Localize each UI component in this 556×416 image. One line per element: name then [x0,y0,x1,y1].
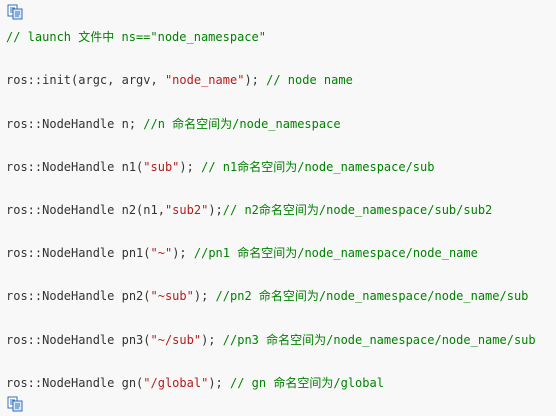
copy-code-icon[interactable] [7,396,23,412]
code-line: ros::NodeHandle n2(n1,"sub2");// n2命名空间为… [6,202,492,218]
code-line: ros::NodeHandle pn3("~/sub"); //pn3 命名空间… [6,332,536,348]
code-string: "node_name" [164,73,245,87]
code-text: ros::NodeHandle n; [6,117,144,131]
code-block: // launch 文件中 ns=="node_namespace" ros::… [0,0,556,412]
code-string: "~sub" [150,289,194,303]
code-text: ); [208,203,223,217]
code-comment: // launch 文件中 ns=="node_namespace" [6,30,266,44]
code-text: ); [193,289,216,303]
code-text: ros::NodeHandle n1( [6,160,144,174]
code-text: ); [244,73,267,87]
code-text: ); [208,376,230,390]
code-comment: //pn1 命名空间为/node_namespace/node_name [193,246,478,260]
code-string: "~/sub" [150,333,202,347]
code-line: ros::NodeHandle pn1("~"); //pn1 命名空间为/no… [6,245,478,261]
code-string: "/global" [143,376,209,390]
code-line: ros::NodeHandle n1("sub"); // n1命名空间为/no… [6,159,435,175]
code-text: ros::NodeHandle pn2( [6,289,151,303]
code-string: "sub2" [164,203,209,217]
code-line: ros::NodeHandle gn("/global"); // gn 命名空… [6,375,384,391]
copy-code-icon[interactable] [7,4,23,20]
code-line: ros::NodeHandle n; //n 命名空间为/node_namesp… [6,116,341,132]
code-text: ros::NodeHandle pn1( [6,246,151,260]
code-text: ); [179,160,202,174]
code-comment: //pn2 命名空间为/node_namespace/node_name/sub [215,289,529,303]
code-string: "sub" [143,160,180,174]
code-line: ros::init(argc, argv, "node_name"); // n… [6,72,353,88]
code-comment: // gn 命名空间为/global [230,376,384,390]
code-comment: //n 命名空间为/node_namespace [143,117,341,131]
code-text: ros::init(argc, argv, [6,73,165,87]
code-comment: // n2命名空间为/node_namespace/sub/sub2 [222,203,493,217]
code-string: "~" [150,246,173,260]
code-line: // launch 文件中 ns=="node_namespace" [6,29,266,45]
code-comment: // node name [266,73,353,87]
code-text: ros::NodeHandle pn3( [6,333,151,347]
code-comment: // n1命名空间为/node_namespace/sub [201,160,435,174]
code-text: ); [201,333,223,347]
code-text: ros::NodeHandle gn( [6,376,144,390]
code-text: ); [172,246,194,260]
code-comment: //pn3 命名空间为/node_namespace/node_name/sub [222,333,536,347]
code-text: ros::NodeHandle n2(n1, [6,203,165,217]
code-line: ros::NodeHandle pn2("~sub"); //pn2 命名空间为… [6,288,528,304]
